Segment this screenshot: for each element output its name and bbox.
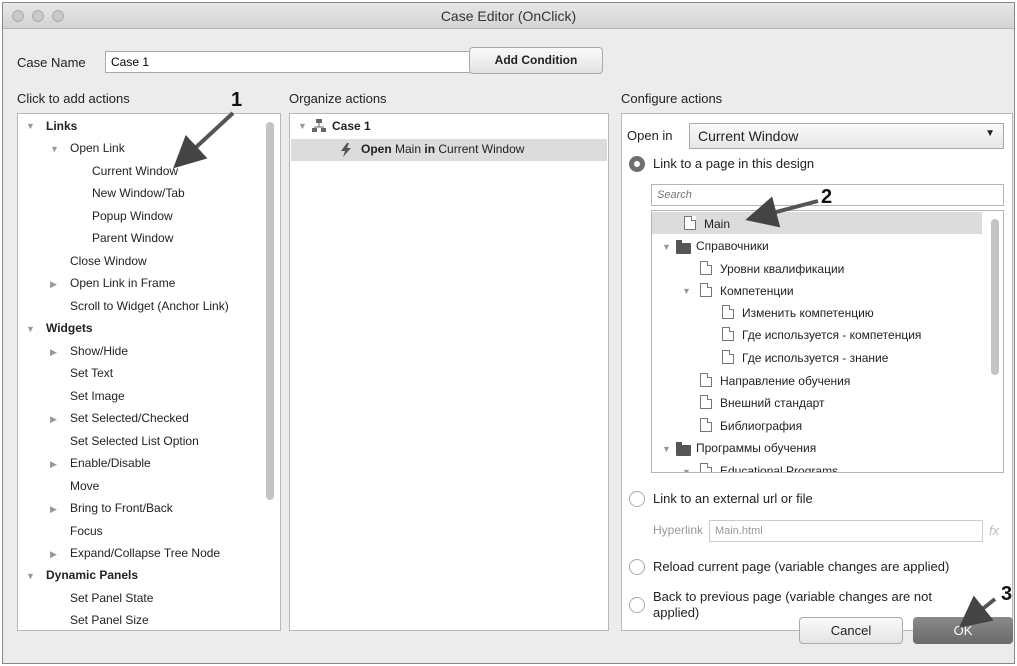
arrow-1 xyxy=(173,111,235,169)
arrow-2 xyxy=(745,196,819,228)
case-editor-window: Case Editor (OnClick) Case Name Add Cond… xyxy=(2,2,1015,664)
arrow-3 xyxy=(958,595,997,628)
annotation-arrows xyxy=(173,111,997,628)
